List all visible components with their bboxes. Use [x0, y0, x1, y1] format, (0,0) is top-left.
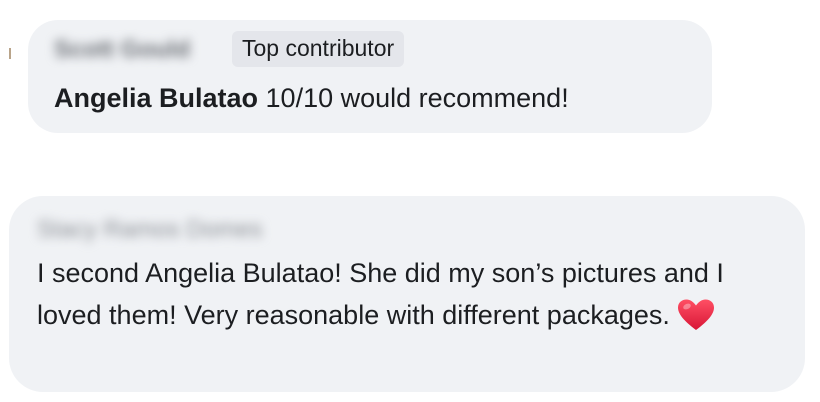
comment-bubble: Scott Gould Top contributor Angelia Bula… [28, 20, 712, 133]
top-contributor-badge: Top contributor [232, 31, 405, 67]
edge-artifact [9, 48, 11, 59]
heart-icon [677, 299, 714, 330]
comment-author-name[interactable]: Scott Gould [54, 36, 190, 64]
comments-thread: Scott Gould Top contributor Angelia Bula… [0, 0, 820, 402]
comment-text: I second Angelia Bulatao! She did my son… [37, 252, 787, 336]
comment-text: Angelia Bulatao 10/10 would recommend! [54, 80, 569, 116]
mentioned-person-link[interactable]: Angelia Bulatao [54, 83, 258, 113]
comment-author-name[interactable]: Stacy Ramos Domes [37, 216, 262, 244]
comment-body: 10/10 would recommend! [258, 83, 569, 113]
comment-bubble: Stacy Ramos Domes I second Angelia Bulat… [9, 196, 805, 392]
comment-body: I second Angelia Bulatao! She did my son… [37, 258, 724, 330]
